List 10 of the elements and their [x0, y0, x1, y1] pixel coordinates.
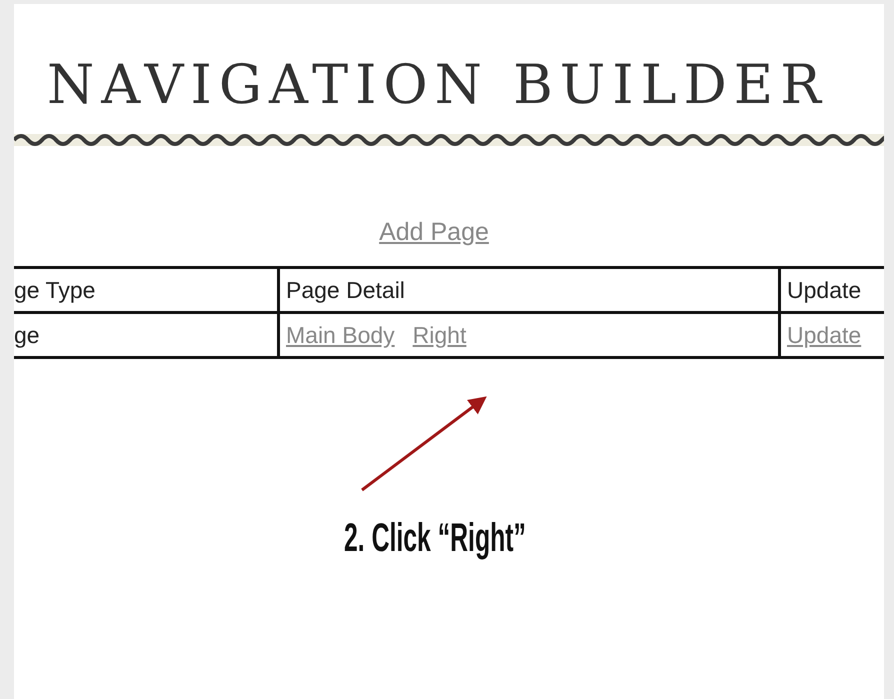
table-link[interactable]: Main Body: [286, 322, 395, 348]
column-header: ge Type: [14, 268, 278, 312]
table-cell: ge: [14, 322, 40, 348]
column-header: Page Detail: [278, 268, 780, 312]
add-page-link[interactable]: Add Page: [379, 218, 489, 246]
table-link[interactable]: Right: [412, 322, 466, 348]
instruction-caption: 2. Click “Right”: [344, 516, 526, 561]
page-title: NAVIGATION BUILDER: [46, 52, 829, 118]
table-link[interactable]: Update: [787, 322, 862, 348]
column-header: Update: [780, 268, 884, 312]
